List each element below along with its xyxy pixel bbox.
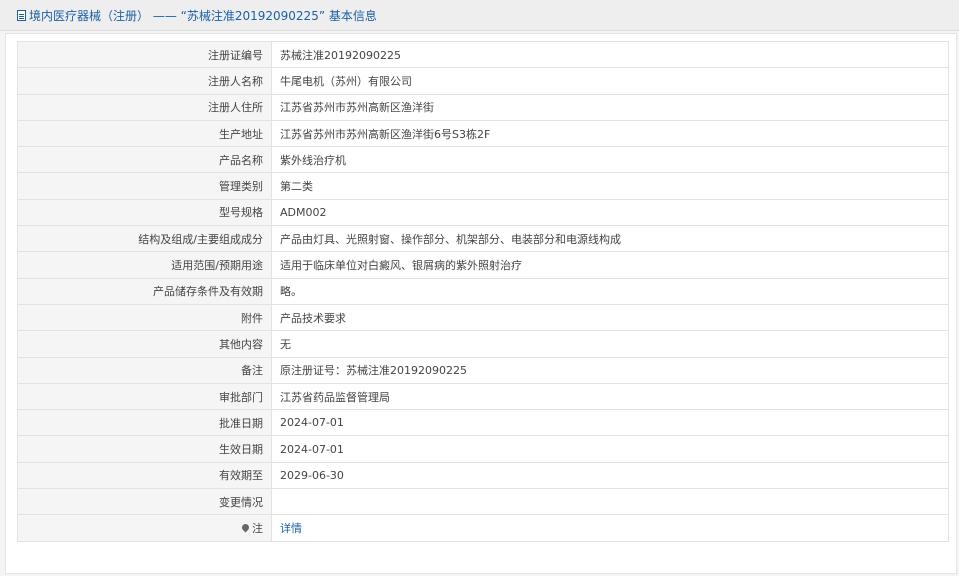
table-row: 附件 产品技术要求 bbox=[17, 303, 949, 332]
table-row: 生产地址 江苏省苏州市苏州高新区渔洋街6号S3栋2F bbox=[17, 119, 949, 148]
row-value: 无 bbox=[271, 330, 949, 358]
row-value: ADM002 bbox=[271, 198, 949, 227]
row-label: 产品储存条件及有效期 bbox=[17, 277, 272, 305]
table-row: 注册人住所 江苏省苏州市苏州高新区渔洋街 bbox=[17, 93, 949, 121]
table-row: 批准日期 2024-07-01 bbox=[17, 409, 949, 437]
row-value: 产品技术要求 bbox=[271, 303, 949, 332]
table-row: 型号规格 ADM002 bbox=[17, 198, 949, 227]
note-label: 注 bbox=[252, 521, 263, 535]
table-row: 生效日期 2024-07-01 bbox=[17, 435, 949, 463]
table-row: 变更情况 bbox=[17, 488, 949, 516]
table-row: 注册人名称 牛尾电机（苏州）有限公司 bbox=[17, 67, 949, 95]
table-row: 注册证编号 苏械注准20192090225 bbox=[17, 40, 949, 69]
row-label: 结构及组成/主要组成成分 bbox=[17, 225, 272, 253]
note-row: 注 详情 bbox=[17, 514, 949, 542]
row-value: 苏械注准20192090225 bbox=[271, 40, 949, 69]
row-label: 附件 bbox=[17, 303, 272, 332]
row-label: 适用范围/预期用途 bbox=[17, 251, 272, 279]
row-value: 产品由灯具、光照射窗、操作部分、机架部分、电装部分和电源线构成 bbox=[271, 225, 949, 253]
row-label: 注册人住所 bbox=[17, 93, 272, 121]
info-panel: 注册证编号 苏械注准20192090225 注册人名称 牛尾电机（苏州）有限公司… bbox=[5, 33, 957, 574]
row-label: 批准日期 bbox=[17, 409, 272, 437]
page-title: 境内医疗器械（注册） —— “苏械注准20192090225” 基本信息 bbox=[29, 8, 377, 23]
row-label: 产品名称 bbox=[17, 146, 272, 174]
row-label: 变更情况 bbox=[17, 488, 272, 516]
row-value: 第二类 bbox=[271, 172, 949, 200]
row-label: 备注 bbox=[17, 356, 272, 384]
row-label: 型号规格 bbox=[17, 198, 272, 227]
table-row: 备注 原注册证号：苏械注准20192090225 bbox=[17, 356, 949, 384]
row-label: 生产地址 bbox=[17, 119, 272, 148]
row-label: 有效期至 bbox=[17, 461, 272, 490]
row-value: 2029-06-30 bbox=[271, 461, 949, 490]
info-table: 注册证编号 苏械注准20192090225 注册人名称 牛尾电机（苏州）有限公司… bbox=[17, 40, 949, 542]
row-value: 2024-07-01 bbox=[271, 435, 949, 463]
table-row: 有效期至 2029-06-30 bbox=[17, 461, 949, 490]
row-label: 管理类别 bbox=[17, 172, 272, 200]
row-value bbox=[271, 488, 949, 516]
table-row: 审批部门 江苏省药品监督管理局 bbox=[17, 382, 949, 411]
row-value: 紫外线治疗机 bbox=[271, 146, 949, 174]
row-value: 江苏省药品监督管理局 bbox=[271, 382, 949, 411]
row-label: 生效日期 bbox=[17, 435, 272, 463]
table-row: 产品名称 紫外线治疗机 bbox=[17, 146, 949, 174]
note-label-cell: 注 bbox=[17, 514, 272, 542]
row-value: 2024-07-01 bbox=[271, 409, 949, 437]
table-row: 适用范围/预期用途 适用于临床单位对白癜风、银屑病的紫外照射治疗 bbox=[17, 251, 949, 279]
row-value: 江苏省苏州市苏州高新区渔洋街6号S3栋2F bbox=[271, 119, 949, 148]
table-row: 结构及组成/主要组成成分 产品由灯具、光照射窗、操作部分、机架部分、电装部分和电… bbox=[17, 225, 949, 253]
page-header: 境内医疗器械（注册） —— “苏械注准20192090225” 基本信息 bbox=[0, 0, 959, 31]
row-label: 注册证编号 bbox=[17, 40, 272, 69]
pin-icon bbox=[240, 523, 251, 533]
row-label: 其他内容 bbox=[17, 330, 272, 358]
row-label: 审批部门 bbox=[17, 382, 272, 411]
document-icon bbox=[17, 9, 26, 21]
row-value: 江苏省苏州市苏州高新区渔洋街 bbox=[271, 93, 949, 121]
row-value: 原注册证号：苏械注准20192090225 bbox=[271, 356, 949, 384]
row-value: 适用于临床单位对白癜风、银屑病的紫外照射治疗 bbox=[271, 251, 949, 279]
table-row: 管理类别 第二类 bbox=[17, 172, 949, 200]
row-value: 略。 bbox=[271, 277, 949, 305]
row-label: 注册人名称 bbox=[17, 67, 272, 95]
table-row: 其他内容 无 bbox=[17, 330, 949, 358]
note-value-cell: 详情 bbox=[271, 514, 949, 542]
detail-link[interactable]: 详情 bbox=[280, 522, 302, 535]
table-row: 产品储存条件及有效期 略。 bbox=[17, 277, 949, 305]
row-value: 牛尾电机（苏州）有限公司 bbox=[271, 67, 949, 95]
